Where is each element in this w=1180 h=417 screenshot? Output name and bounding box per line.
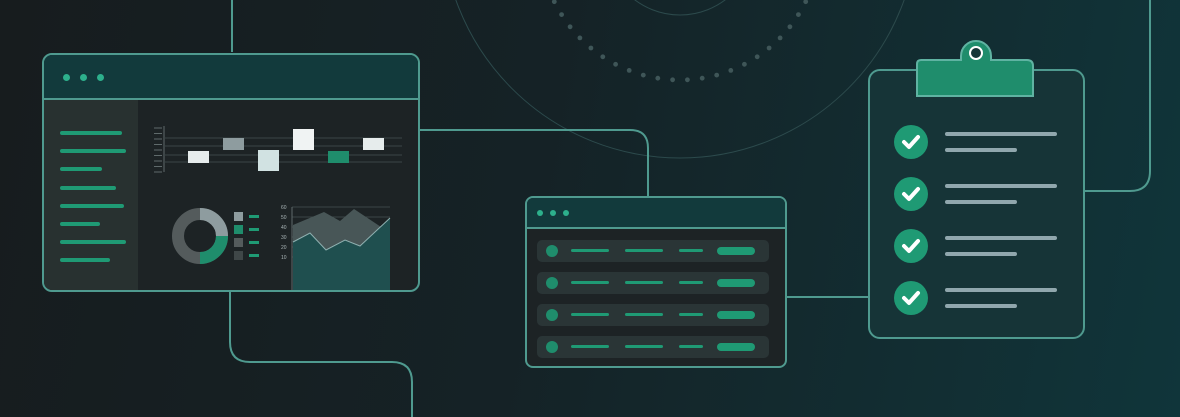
list-item-avatar — [546, 341, 558, 353]
axis-label: 60 — [281, 205, 287, 211]
chart-bar — [363, 138, 384, 150]
ring-dot — [567, 24, 573, 30]
sidebar-item[interactable] — [60, 167, 102, 171]
chart-bar — [328, 151, 349, 163]
list-item-badge — [717, 311, 755, 319]
check-icon — [894, 125, 928, 159]
chart-bar — [258, 150, 279, 171]
ring-dot — [655, 75, 661, 81]
connector-line — [229, 292, 413, 417]
axis-label: 50 — [281, 215, 287, 221]
check-icon — [894, 281, 928, 315]
ring-dot — [754, 54, 760, 60]
connector-line — [420, 129, 649, 196]
window-dots-icon — [80, 74, 87, 81]
list-item-badge — [717, 279, 755, 287]
ring-dot — [742, 61, 747, 67]
ring-dot — [699, 75, 705, 81]
ring-dot — [613, 61, 618, 67]
background-inner-circle — [634, 0, 726, 16]
ring-dot — [559, 12, 564, 17]
axis-label: 40 — [281, 225, 287, 231]
ring-dot — [640, 72, 646, 78]
ring-dot — [796, 12, 801, 17]
list-item[interactable] — [537, 272, 769, 294]
background-circle — [455, 0, 905, 159]
window-dots-icon — [63, 74, 70, 81]
check-icon — [894, 177, 928, 211]
check-icon — [894, 229, 928, 263]
sidebar-item[interactable] — [60, 222, 100, 226]
sidebar-item[interactable] — [60, 149, 126, 153]
list-item-avatar — [546, 277, 558, 289]
ring-dot — [777, 35, 783, 41]
connector-line — [1085, 0, 1151, 192]
list-item[interactable] — [537, 240, 769, 262]
bar-chart — [154, 126, 402, 173]
list-item-badge — [717, 247, 755, 255]
window-title-bar — [44, 55, 418, 100]
dotted-ring — [551, 0, 809, 83]
window-dots-icon — [97, 74, 104, 81]
ring-dot — [685, 77, 690, 83]
dashboard-content: 60 50 40 30 20 10 — [154, 126, 402, 290]
window-dots-icon — [550, 210, 556, 216]
window-dots-icon — [563, 210, 569, 216]
ring-dot — [670, 77, 675, 83]
sidebar-item[interactable] — [60, 131, 122, 135]
ring-dot — [728, 68, 734, 73]
sidebar-item[interactable] — [60, 204, 124, 208]
donut-legend — [234, 212, 259, 260]
dashboard-window: 60 50 40 30 20 10 — [42, 53, 420, 292]
list-item[interactable] — [537, 336, 769, 358]
sidebar-item[interactable] — [60, 186, 116, 190]
axis-label: 30 — [281, 235, 287, 241]
ring-dot — [626, 68, 632, 73]
list-item-avatar — [546, 309, 558, 321]
sidebar-item[interactable] — [60, 240, 126, 244]
clipboard-clip-icon — [916, 40, 1034, 97]
chart-bar — [223, 138, 244, 150]
list-item[interactable] — [537, 304, 769, 326]
sidebar — [44, 100, 138, 290]
list-item-badge — [717, 343, 755, 351]
window-title-bar — [527, 198, 785, 229]
sidebar-item[interactable] — [60, 258, 110, 262]
ring-dot — [577, 35, 583, 41]
chart-bar — [188, 151, 209, 163]
window-dots-icon — [537, 210, 543, 216]
ring-dot — [803, 0, 809, 5]
ring-dot — [766, 45, 772, 51]
clipboard — [868, 69, 1085, 339]
ring-dot — [551, 0, 557, 5]
list-item-avatar — [546, 245, 558, 257]
ring-dot — [600, 54, 606, 60]
ring-dot — [787, 24, 793, 30]
ring-dot — [588, 45, 594, 51]
donut-chart-icon — [172, 208, 228, 264]
axis-label: 10 — [281, 255, 287, 261]
ring-dot — [714, 72, 720, 78]
axis-label: 20 — [281, 245, 287, 251]
area-chart-icon: 60 50 40 30 20 10 — [281, 205, 391, 290]
chart-bar — [293, 129, 314, 150]
list-window — [525, 196, 787, 368]
